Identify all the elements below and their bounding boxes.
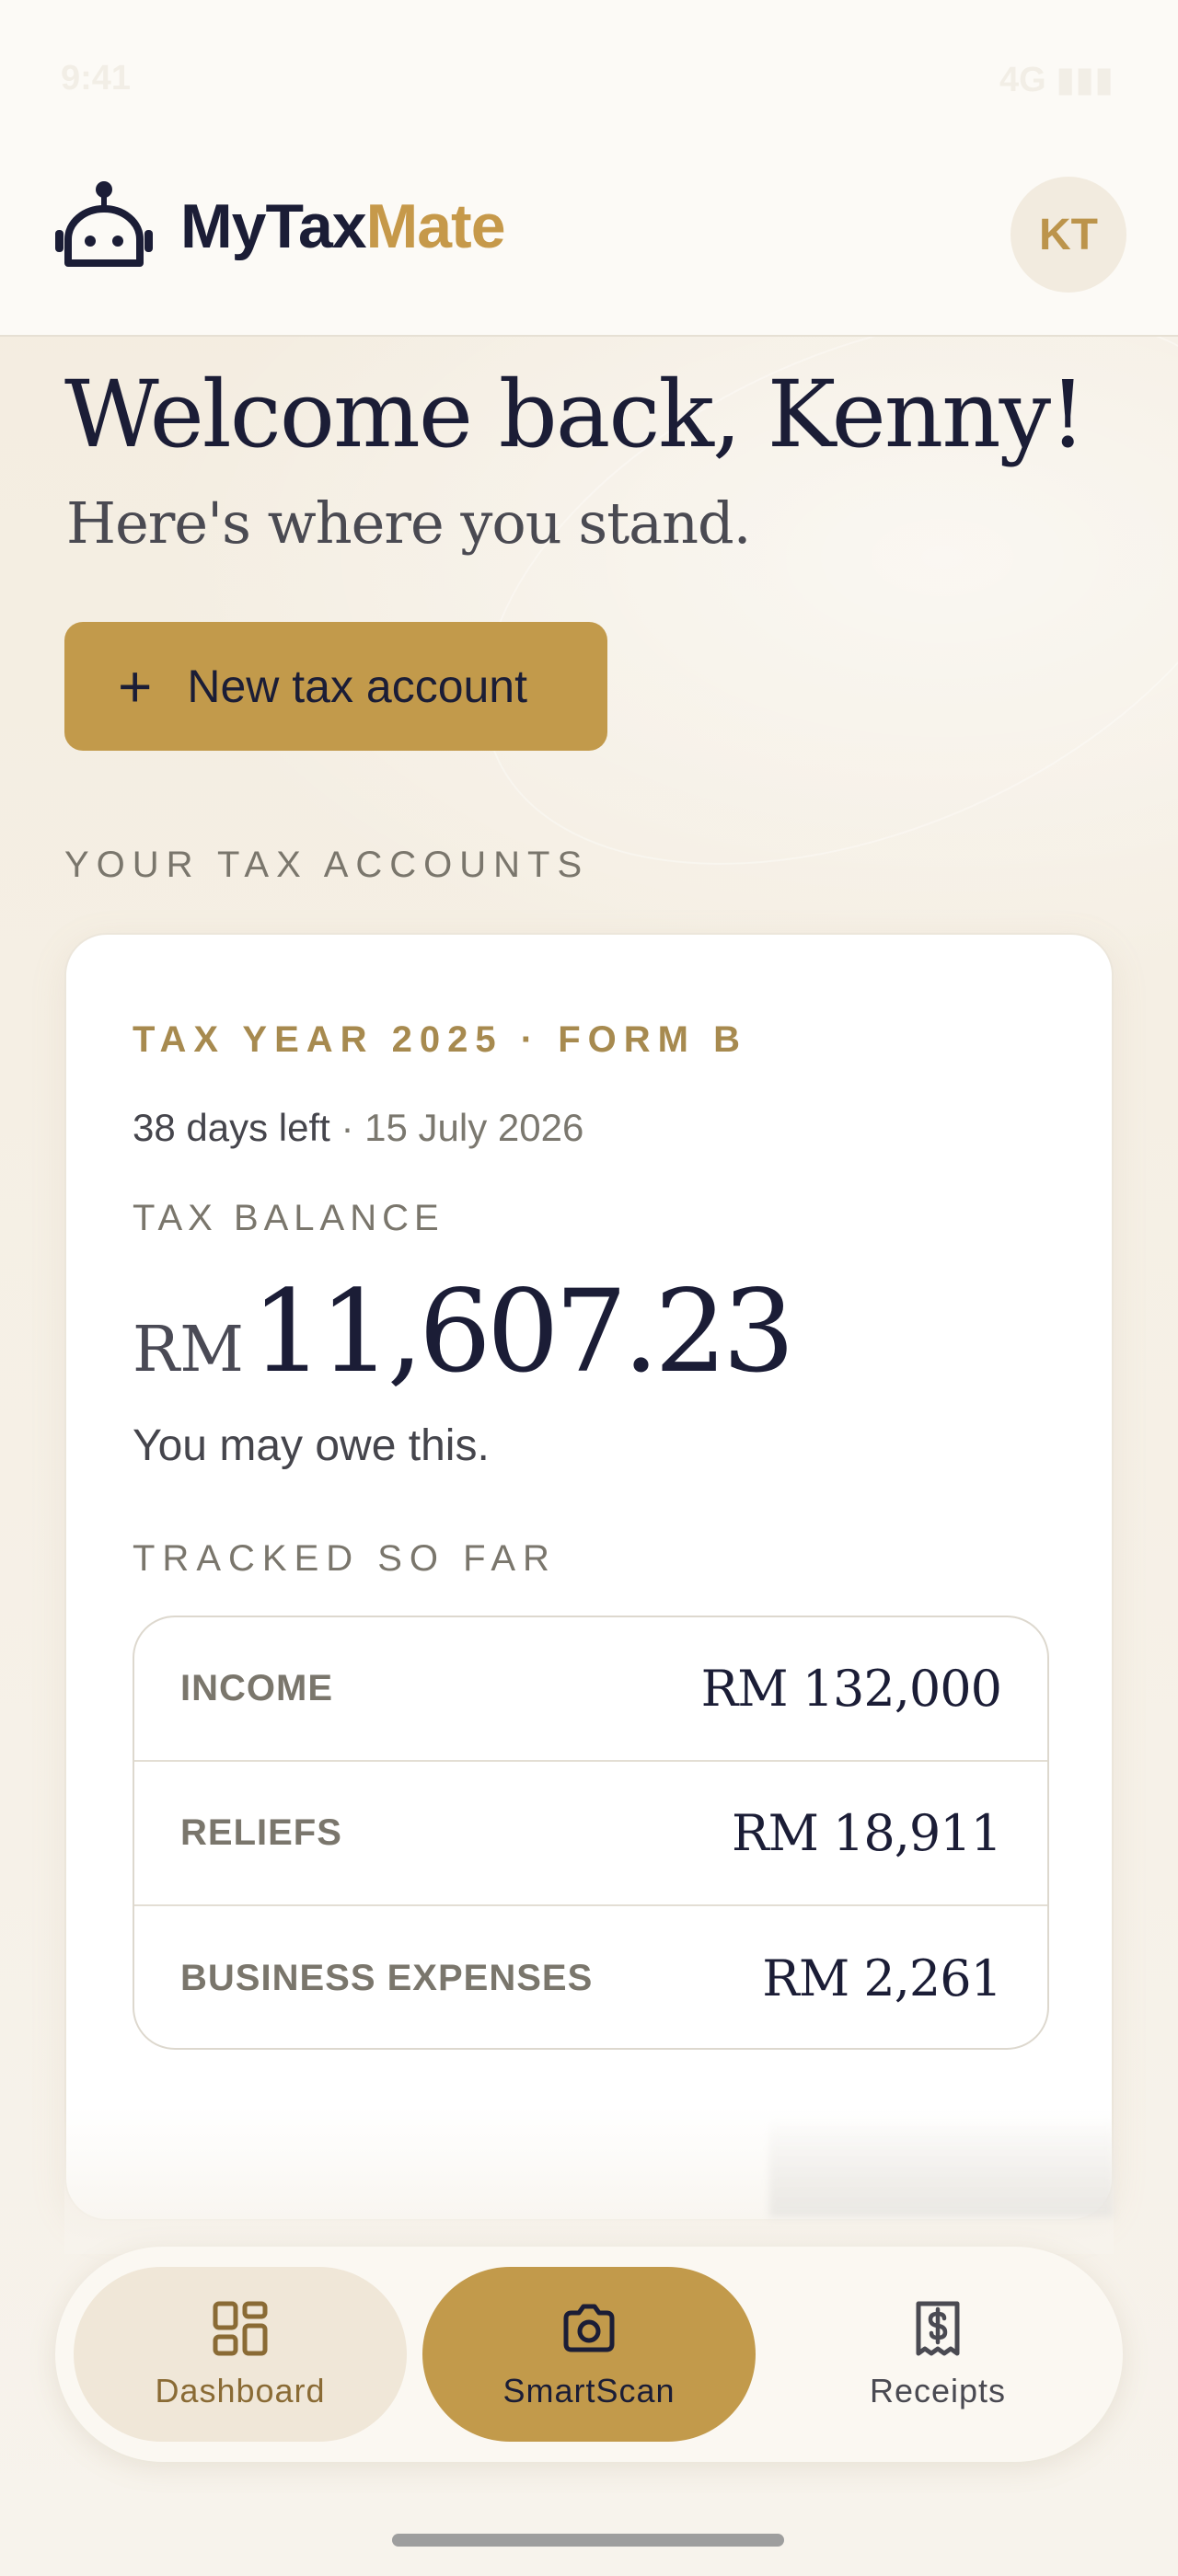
receipt-dollar-icon [916,2301,960,2356]
section-label-accounts: YOUR TAX ACCOUNTS [64,845,590,885]
nav-receipts[interactable]: Receipts [771,2267,1104,2442]
app-header: 9:41 4G ▮▮▮ MyTaxMate KT [0,0,1178,337]
logo-wordmark: MyTaxMate [180,191,506,261]
balance-label: TAX BALANCE [133,1198,445,1238]
tracked-label: TRACKED SO FAR [133,1538,557,1579]
tracked-name: INCOME [180,1668,333,1708]
tracked-row-income: INCOME RM 132,000 [134,1617,1047,1762]
balance-amount: 11,607.23 [250,1266,795,1398]
nav-smartscan[interactable]: SmartScan [422,2267,756,2442]
tracked-value: RM 2,261 [762,1949,1002,2007]
balance-currency: RM [133,1314,244,1386]
days-left: 38 days left [133,1106,330,1149]
welcome-subtitle: Here's where you stand. [66,489,751,557]
page: 9:41 4G ▮▮▮ MyTaxMate KT Welcome back, K… [0,0,1178,2576]
status-bar: 9:41 4G ▮▮▮ [0,0,1178,156]
user-avatar[interactable]: KT [1011,177,1126,293]
hidden-action-chip [769,2116,1114,2217]
due-date: · 15 July 2026 [341,1106,584,1149]
home-indicator[interactable] [392,2534,784,2547]
robot-icon [55,181,153,267]
nav-dashboard[interactable]: Dashboard [74,2267,407,2442]
card-deadline: 38 days left · 15 July 2026 [133,1106,583,1150]
grid-icon [213,2301,268,2356]
card-tax-year: TAX YEAR 2025 · FORM B [133,1019,747,1060]
tracked-summary: INCOME RM 132,000 RELIEFS RM 18,911 BUSI… [133,1616,1049,2050]
tracked-name: BUSINESS EXPENSES [180,1958,594,1998]
status-time: 9:41 [61,59,132,98]
tracked-row-reliefs: RELIEFS RM 18,911 [134,1762,1047,1906]
tracked-value: RM 18,911 [731,1804,1002,1862]
status-indicators: 4G ▮▮▮ [999,61,1114,99]
plus-icon: + [118,653,153,719]
new-tax-account-label: New tax account [187,661,528,712]
bottom-nav: Dashboard SmartScan Receipts [55,2247,1123,2462]
tax-account-card[interactable]: TAX YEAR 2025 · FORM B 38 days left · 15… [64,933,1114,2221]
app-logo[interactable]: MyTaxMate [53,180,506,272]
new-tax-account-button[interactable]: + New tax account [64,622,607,751]
tracked-row-business-expenses: BUSINESS EXPENSES RM 2,261 [134,1906,1047,2048]
camera-icon [563,2304,615,2352]
nav-smartscan-label: SmartScan [502,2372,676,2409]
nav-receipts-label: Receipts [869,2372,1007,2409]
nav-dashboard-label: Dashboard [155,2372,326,2409]
tracked-value: RM 132,000 [700,1660,1002,1718]
welcome-title: Welcome back, Kenny! [64,361,1086,468]
tracked-name: RELIEFS [180,1812,342,1853]
balance-amount-row: RM 11,607.23 [133,1266,795,1398]
balance-note: You may owe this. [133,1421,490,1470]
